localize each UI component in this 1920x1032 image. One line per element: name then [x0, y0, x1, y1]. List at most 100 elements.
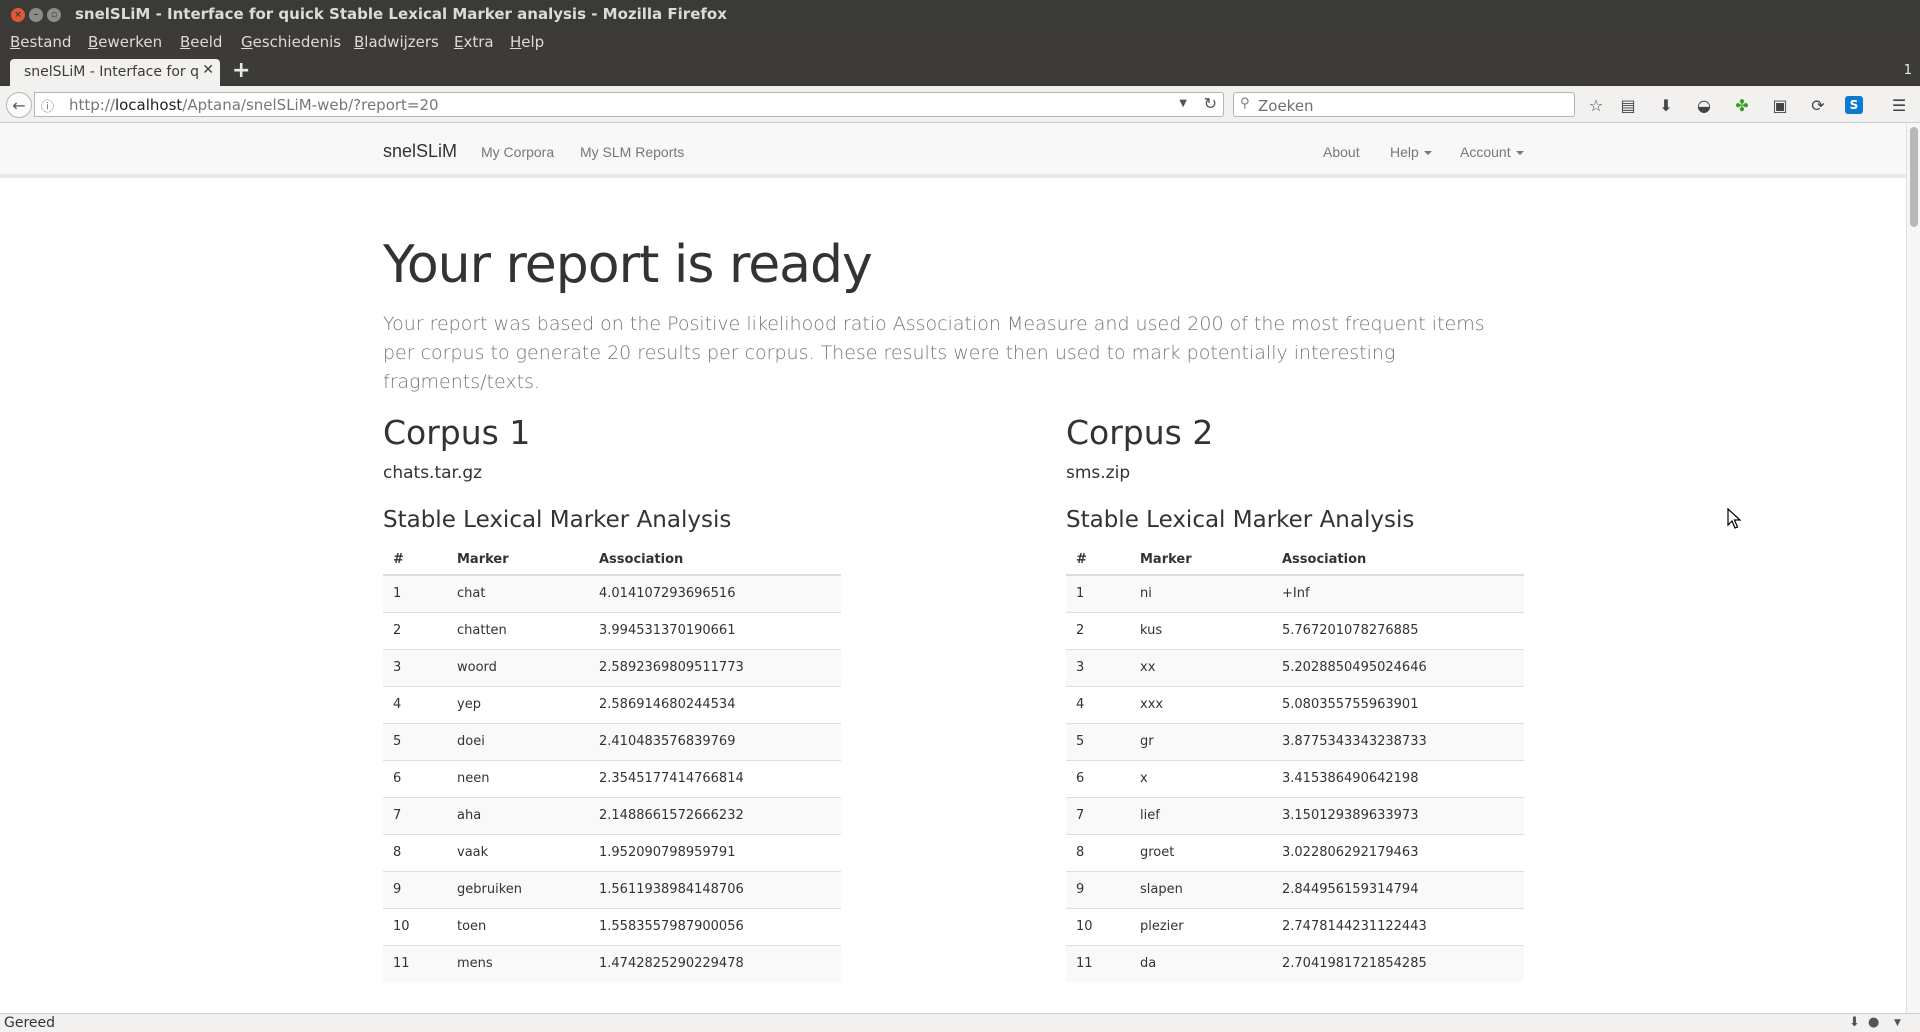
window-maximize-button[interactable]: ▫ [47, 8, 61, 22]
screenshot-icon[interactable]: ▣ [1769, 94, 1791, 116]
column-header-rank: # [1066, 544, 1130, 576]
tab-close-icon[interactable]: ✕ [202, 62, 214, 78]
cell-association: 5.080355755963901 [1272, 685, 1524, 723]
corpus-2-section-title: Stable Lexical Marker Analysis [1066, 507, 1415, 533]
new-tab-button[interactable]: + [232, 58, 250, 83]
table-row: 9 slapen 2.844956159314794 [1066, 870, 1524, 908]
skype-icon[interactable]: S [1845, 96, 1863, 114]
table-row: 3 xx 5.2028850495024646 [1066, 648, 1524, 686]
status-bar: Gereed ⬇ ● ▼ [0, 1013, 1920, 1032]
pocket-icon[interactable]: ◒ [1693, 94, 1715, 116]
status-globe-icon: ● [1868, 1015, 1880, 1030]
cell-rank: 1 [1066, 574, 1130, 612]
bookmark-star-icon[interactable]: ☆ [1585, 94, 1607, 116]
back-arrow-icon: ← [12, 95, 26, 115]
table-row: 6 x 3.415386490642198 [1066, 759, 1524, 797]
url-prefix: http:// [69, 96, 115, 114]
nav-account-dropdown[interactable]: Account [1460, 144, 1524, 160]
reload-icon[interactable]: ↻ [1204, 94, 1217, 113]
cell-association: 3.150129389633973 [1272, 796, 1524, 834]
table-row: 4 xxx 5.080355755963901 [1066, 685, 1524, 723]
menu-beeld-accel: B [180, 33, 191, 51]
page-title: Your report is ready [383, 235, 873, 295]
cell-rank: 2 [383, 611, 447, 649]
caret-down-icon [1515, 151, 1524, 156]
menu-bestand-label: estand [20, 33, 72, 51]
cell-marker: x [1130, 759, 1272, 797]
status-dropdown-icon[interactable]: ▼ [1894, 1018, 1901, 1028]
menu-beeld[interactable]: Beeld [180, 33, 222, 51]
addon-puzzle-icon[interactable]: ✤ [1731, 94, 1753, 116]
cell-association: 2.1488661572666232 [589, 796, 841, 834]
browser-tab-active[interactable]: snelSLiM - Interface for q ✕ [10, 59, 220, 86]
cell-association: 1.5583557987900056 [589, 907, 841, 945]
menu-extra[interactable]: Extra [454, 33, 494, 51]
search-bar[interactable]: ⚲ Zoeken [1233, 92, 1575, 117]
caret-down-icon [1423, 151, 1432, 156]
site-info-icon[interactable]: ⓘ [41, 96, 54, 115]
url-text[interactable]: http://localhost/Aptana/snelSLiM-web/?re… [69, 96, 439, 114]
url-bar[interactable]: ⓘ http://localhost/Aptana/snelSLiM-web/?… [34, 92, 1224, 117]
cell-rank: 5 [1066, 722, 1130, 760]
table-row: 5 doei 2.410483576839769 [383, 722, 841, 760]
menu-bewerken[interactable]: Bewerken [88, 33, 162, 51]
hamburger-menu-icon[interactable]: ☰ [1888, 94, 1910, 116]
table-row: 6 neen 2.3545177414766814 [383, 759, 841, 797]
table-row: 11 da 2.7041981721854285 [1066, 944, 1524, 982]
menu-bestand[interactable]: Bestand [10, 33, 71, 51]
cell-rank: 4 [1066, 685, 1130, 723]
menu-help-label: elp [521, 33, 545, 51]
cell-association: 3.022806292179463 [1272, 833, 1524, 871]
corpus-2-title: Corpus 2 [1066, 413, 1214, 452]
cell-rank: 7 [383, 796, 447, 834]
cell-rank: 6 [383, 759, 447, 797]
cell-rank: 3 [383, 648, 447, 686]
cell-rank: 8 [1066, 833, 1130, 871]
corpus-1-section-title: Stable Lexical Marker Analysis [383, 507, 732, 533]
cell-rank: 4 [383, 685, 447, 723]
window-minimize-button[interactable]: – [29, 8, 43, 22]
tab-count: 1 [1903, 63, 1912, 78]
nav-my-corpora[interactable]: My Corpora [481, 144, 554, 160]
scrollbar-thumb[interactable] [1910, 127, 1918, 227]
cell-rank: 9 [1066, 870, 1130, 908]
menu-bladwijzers[interactable]: Bladwijzers [354, 33, 439, 51]
corpus-2-filename: sms.zip [1066, 463, 1131, 483]
cell-rank: 7 [1066, 796, 1130, 834]
menu-geschiedenis-accel: G [241, 33, 253, 51]
menu-help[interactable]: Help [510, 33, 544, 51]
sync-icon[interactable]: ⟳ [1807, 94, 1829, 116]
nav-my-slm-reports[interactable]: My SLM Reports [580, 144, 684, 160]
url-history-dropdown-icon[interactable]: ▼ [1179, 98, 1187, 109]
cell-rank: 5 [383, 722, 447, 760]
cell-association: +Inf [1272, 574, 1524, 612]
cell-association: 5.767201078276885 [1272, 611, 1524, 649]
table-row: 1 ni +Inf [1066, 574, 1524, 612]
download-arrow-icon[interactable]: ⬇ [1849, 1015, 1860, 1030]
url-host: localhost [114, 96, 183, 114]
menu-geschiedenis[interactable]: Geschiedenis [241, 33, 341, 51]
menu-bladwijzers-label: ladwijzers [364, 33, 439, 51]
menu-geschiedenis-label: eschiedenis [252, 33, 342, 51]
column-header-marker: Marker [1130, 544, 1272, 576]
cell-marker: kus [1130, 611, 1272, 649]
window-close-button[interactable]: × [11, 8, 25, 22]
cell-rank: 8 [383, 833, 447, 871]
table-row: 5 gr 3.8775343343238733 [1066, 722, 1524, 760]
site-brand[interactable]: snelSLiM [383, 141, 457, 162]
cell-marker: gr [1130, 722, 1272, 760]
table-header-row: # Marker Association [383, 544, 841, 576]
corpus-1-table: # Marker Association 1 chat 4.014107293696… [383, 544, 841, 982]
page-scrollbar[interactable] [1906, 123, 1920, 1013]
nav-help-dropdown[interactable]: Help [1390, 144, 1432, 160]
corpus-1-title: Corpus 1 [383, 413, 531, 452]
search-icon: ⚲ [1240, 96, 1250, 111]
cell-association: 3.994531370190661 [589, 611, 841, 649]
reading-list-icon[interactable]: ▤ [1617, 94, 1639, 116]
downloads-icon[interactable]: ⬇ [1655, 94, 1677, 116]
cell-association: 2.7041981721854285 [1272, 944, 1524, 982]
nav-about[interactable]: About [1323, 144, 1360, 160]
back-button[interactable]: ← [6, 92, 32, 118]
window-titlebar: × – ▫ snelSLiM - Interface for quick Sta… [0, 0, 1920, 29]
menu-bewerken-accel: B [88, 33, 99, 51]
